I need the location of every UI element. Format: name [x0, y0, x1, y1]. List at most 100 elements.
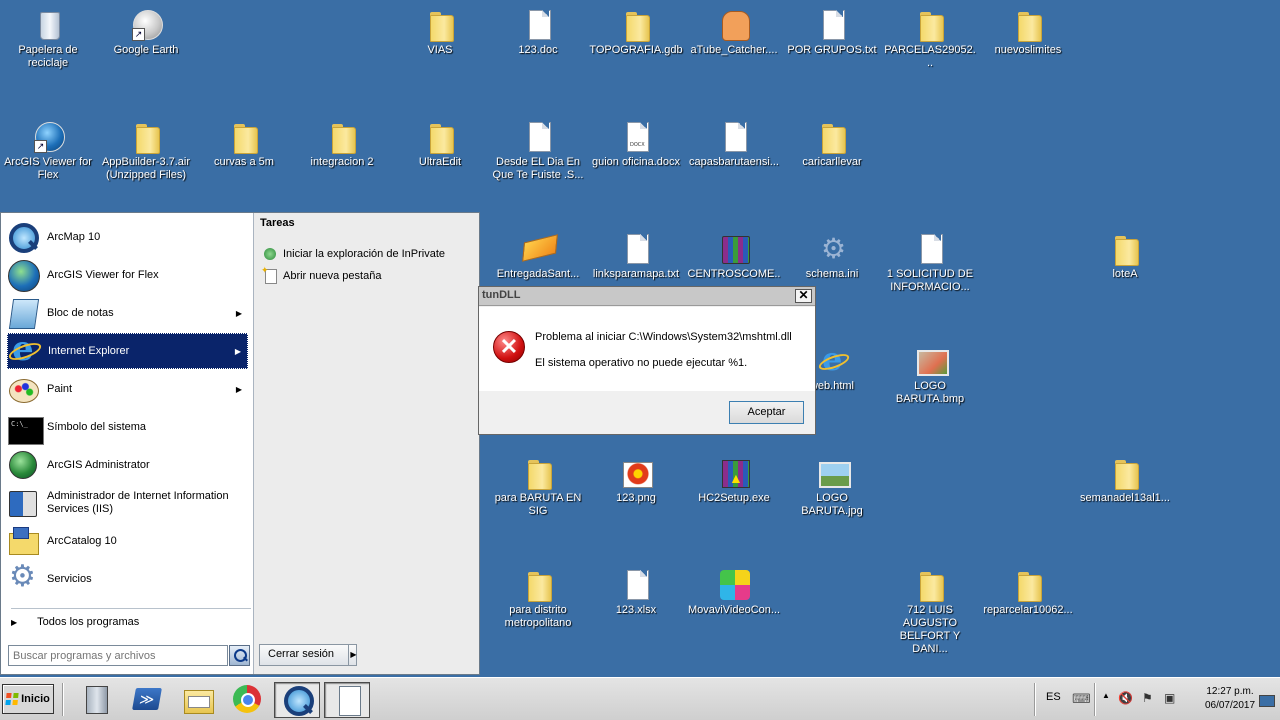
language-indicator[interactable]: ES — [1046, 691, 1061, 703]
desktop-icon-reparcelar[interactable]: reparcelar10062... — [981, 568, 1075, 617]
start-menu: ArcMap 10 ArcGIS Viewer for Flex Bloc de… — [0, 212, 480, 675]
taskbar-app-explorer[interactable] — [174, 682, 220, 718]
desktop-icon-guion-oficina[interactable]: DOCX guion oficina.docx — [589, 120, 683, 169]
taskbar-app-arcmap[interactable] — [274, 682, 320, 718]
desktop-icon-123-xlsx[interactable]: 123.xlsx — [589, 568, 683, 617]
task-inprivate[interactable]: Iniciar la exploración de InPrivate — [263, 247, 445, 261]
taskbar-separator — [62, 683, 64, 716]
start-menu-item-arcgis-admin[interactable]: ArcGIS Administrator — [7, 447, 248, 483]
desktop-icon-123-png[interactable]: 123.png — [589, 456, 683, 505]
submenu-arrow-icon[interactable]: ▶ — [235, 347, 241, 356]
folder-icon — [815, 120, 849, 154]
desktop-icon-capasbaruta[interactable]: capasbarutaensi... — [687, 120, 781, 169]
desktop-icon-712-luis[interactable]: 712 LUIS AUGUSTO BELFORT Y DANI... — [883, 568, 977, 656]
dialog-title: tunDLL — [482, 289, 521, 301]
start-menu-item-arcmap[interactable]: ArcMap 10 — [7, 219, 248, 255]
desktop-icon-parcelas[interactable]: PARCELAS29052... — [883, 8, 977, 70]
desktop-icon-para-distrito[interactable]: para distrito metropolitano — [491, 568, 585, 630]
desktop-icon-integracion[interactable]: integracion 2 — [295, 120, 389, 169]
png-icon — [619, 456, 653, 490]
taskbar-app-powershell[interactable] — [124, 682, 170, 718]
start-menu-item-paint[interactable]: Paint ▶ — [7, 371, 248, 407]
start-menu-programs-pane: ArcMap 10 ArcGIS Viewer for Flex Bloc de… — [1, 213, 254, 674]
folder-icon — [913, 568, 947, 602]
show-hidden-icons-icon[interactable]: ▲ — [1102, 691, 1110, 700]
folder-icon — [619, 8, 653, 42]
server-manager-icon — [82, 684, 112, 714]
desktop-icon-logo-jpg[interactable]: LOGO BARUTA.jpg — [785, 456, 879, 518]
desktop-icon-appbuilder[interactable]: AppBuilder-3.7.air (Unzipped Files) — [99, 120, 193, 182]
taskbar-app-server-manager[interactable] — [74, 682, 120, 718]
start-menu-item-arcgis-viewer[interactable]: ArcGIS Viewer for Flex — [7, 257, 248, 293]
desktop-icon-hc2setup[interactable]: HC2Setup.exe — [687, 456, 781, 505]
desktop-icon-ultraedit[interactable]: UltraEdit — [393, 120, 487, 169]
start-menu-item-internet-explorer[interactable]: Internet Explorer ▶ — [7, 329, 248, 369]
shutdown-options-arrow-icon[interactable]: ▶ — [348, 645, 358, 665]
desktop-icon-google-earth[interactable]: Google Earth — [99, 8, 193, 57]
show-desktop-icon[interactable] — [1258, 689, 1275, 709]
text-file-icon — [619, 232, 653, 266]
installer-icon — [717, 456, 751, 490]
arcmap-icon — [283, 685, 314, 716]
task-new-tab[interactable]: Abrir nueva pestaña — [261, 265, 381, 284]
iis-manager-icon — [7, 487, 39, 519]
network-icon[interactable]: ▣ — [1164, 691, 1175, 705]
tasks-heading: Tareas — [260, 217, 295, 229]
desktop-icon-curvas[interactable]: curvas a 5m — [197, 120, 291, 169]
folder-icon — [1011, 8, 1045, 42]
desktop-icon-desde-el-dia[interactable]: Desde EL Dia En Que Te Fuiste .S... — [491, 120, 585, 182]
desktop-icon-linksparamapa[interactable]: linksparamapa.txt — [589, 232, 683, 281]
kml-icon — [521, 232, 555, 266]
start-menu-item-arccatalog[interactable]: ArcCatalog 10 — [7, 523, 248, 559]
ok-button[interactable]: Aceptar — [729, 401, 804, 424]
folder-icon — [423, 120, 457, 154]
bitmap-icon — [913, 344, 949, 378]
start-menu-item-notepad[interactable]: Bloc de notas ▶ — [7, 295, 248, 331]
desktop-icon-vias[interactable]: VIAS — [393, 8, 487, 57]
desktop-icon-logo-bmp[interactable]: LOGO BARUTA.bmp — [883, 344, 977, 406]
document-icon — [521, 120, 555, 154]
start-button[interactable]: Inicio — [2, 684, 54, 714]
desktop-icon-lotea[interactable]: loteA — [1078, 232, 1172, 281]
submenu-arrow-icon[interactable]: ▶ — [236, 385, 242, 394]
submenu-arrow-icon[interactable]: ▶ — [236, 309, 242, 318]
logoff-button[interactable]: Cerrar sesión ▶ — [259, 644, 357, 666]
taskbar-app-notepad[interactable] — [324, 682, 370, 718]
desktop-icon-centroscome[interactable]: CENTROSCOME... — [687, 232, 781, 294]
folder-icon — [325, 120, 359, 154]
close-icon[interactable]: ✕ — [795, 289, 812, 303]
desktop-icon-topografia[interactable]: TOPOGRAFIA.gdb — [589, 8, 683, 57]
desktop-icon-solicitud[interactable]: 1 SOLICITUD DE INFORMACIO... — [883, 232, 977, 294]
desktop-icon-arcgis-viewer[interactable]: ArcGIS Viewer for Flex — [1, 120, 95, 182]
action-center-flag-icon[interactable]: ⚑ — [1142, 691, 1153, 705]
dialog-titlebar[interactable]: tunDLL ✕ — [479, 287, 815, 306]
notepad-document-icon — [333, 685, 363, 716]
chrome-icon — [232, 684, 262, 714]
desktop-icon-atube[interactable]: aTube_Catcher.... — [687, 8, 781, 57]
folder-icon — [913, 8, 947, 42]
folder-icon — [1108, 456, 1142, 490]
volume-muted-icon[interactable]: 🔇 — [1118, 691, 1133, 705]
desktop-icon-recycle-bin[interactable]: Papelera de reciclaje — [1, 8, 95, 70]
desktop-icon-schema[interactable]: schema.ini — [785, 232, 879, 281]
all-programs-button[interactable]: ▶ Todos los programas — [11, 616, 139, 628]
movavi-icon — [717, 568, 751, 602]
search-icon[interactable] — [229, 645, 250, 666]
desktop-icon-caricarllevar[interactable]: caricarllevar — [785, 120, 879, 169]
desktop-icon-movavi[interactable]: MovaviVideoCon... — [687, 568, 781, 617]
taskbar-app-chrome[interactable] — [224, 682, 270, 718]
start-menu-item-cmd[interactable]: Símbolo del sistema — [7, 409, 248, 445]
desktop-icon-123-doc[interactable]: 123.doc — [491, 8, 585, 57]
desktop-icon-por-grupos[interactable]: POR GRUPOS.txt — [785, 8, 879, 57]
rar-icon — [717, 232, 751, 266]
start-menu-item-services[interactable]: Servicios — [7, 559, 248, 597]
desktop-icon-semanadel[interactable]: semanadel13al1... — [1078, 456, 1172, 505]
keyboard-icon[interactable]: ⌨ — [1072, 691, 1091, 707]
document-icon — [521, 8, 555, 42]
search-input[interactable] — [8, 645, 228, 666]
start-menu-item-iis[interactable]: Administrador de Internet Information Se… — [7, 485, 248, 521]
desktop-icon-nuevoslimites[interactable]: nuevoslimites — [981, 8, 1075, 57]
desktop-icon-entregada[interactable]: EntregadaSant... — [491, 232, 585, 281]
windows-explorer-icon — [182, 684, 214, 714]
desktop-icon-para-baruta[interactable]: para BARUTA EN SIG — [491, 456, 585, 518]
